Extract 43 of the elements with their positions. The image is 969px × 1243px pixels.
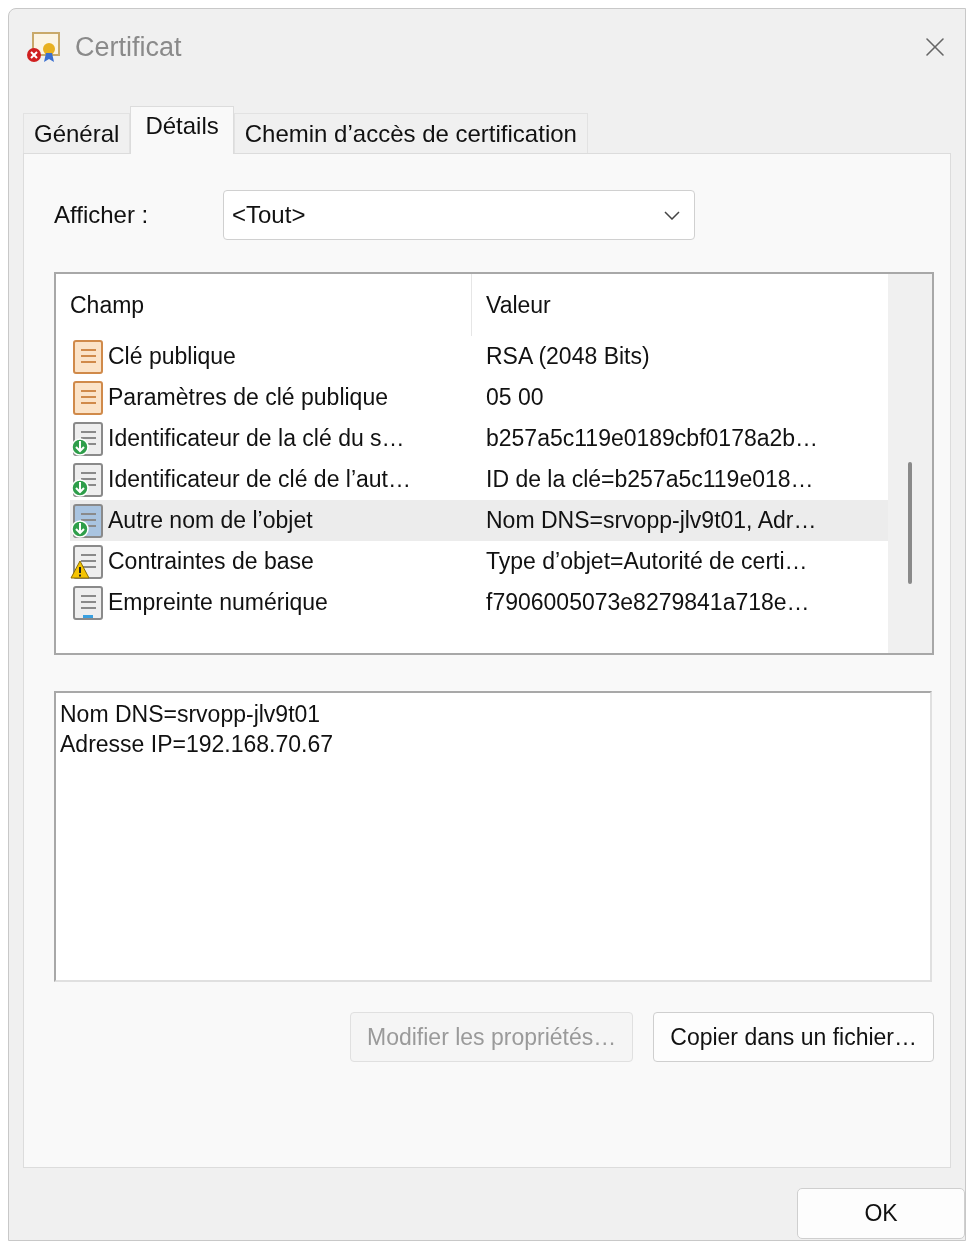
field-row[interactable]: Paramètres de clé publique 05 00	[70, 377, 888, 418]
field-row[interactable]: Clé publique RSA (2048 Bits)	[70, 336, 888, 377]
ok-button[interactable]: OK	[797, 1188, 965, 1239]
field-name: Clé publique	[108, 342, 236, 372]
detail-text-area[interactable]: Nom DNS=srvopp-jlv9t01 Adresse IP=192.168.70.67	[54, 691, 932, 982]
field-name: Autre nom de l’objet	[108, 506, 313, 536]
field-value: 05 00	[485, 383, 544, 413]
column-header[interactable]: Champ	[70, 274, 472, 336]
document-warning-icon	[70, 543, 106, 580]
document-icon	[70, 338, 106, 375]
document-icon	[70, 584, 106, 621]
tab[interactable]: Général	[23, 113, 131, 153]
field-value: b257a5c119e0189cbf0178a2b…	[485, 424, 819, 454]
dialog-button[interactable]: Copier dans un fichier…	[653, 1012, 934, 1062]
certificate-icon	[25, 29, 61, 65]
detail-line: Nom DNS=srvopp-jlv9t01	[60, 700, 322, 729]
show-label: Afficher :	[54, 200, 150, 230]
tab[interactable]: Détails	[130, 106, 234, 154]
detail-line: Adresse IP=192.168.70.67	[60, 730, 334, 759]
document-icon	[70, 379, 106, 416]
field-row[interactable]: Autre nom de l’objet Nom DNS=srvopp-jlv9t01, Adr…	[70, 500, 888, 541]
field-row[interactable]: Identificateur de la clé du s… b257a5c119e0189cbf0178a2b…	[70, 418, 888, 459]
field-row[interactable]: Contraintes de base Type d’objet=Autorité de certi…	[70, 541, 888, 582]
field-row[interactable]: Identificateur de clé de l’aut… ID de la clé=b257a5c119e018…	[70, 459, 888, 500]
field-value: Nom DNS=srvopp-jlv9t01, Adr…	[485, 506, 817, 536]
show-dropdown[interactable]: <Tout>	[223, 190, 695, 240]
chevron-down-icon	[664, 210, 680, 220]
field-row[interactable]: Empreinte numérique f7906005073e8279841a718e…	[70, 582, 888, 623]
field-name: Contraintes de base	[108, 547, 314, 577]
window-title: Certificat	[75, 30, 182, 64]
tab[interactable]: Chemin d’accès de certification	[233, 113, 588, 153]
field-name: Paramètres de clé publique	[108, 383, 388, 413]
field-value: Type d’objet=Autorité de certi…	[485, 547, 808, 577]
field-value: f7906005073e8279841a718e…	[485, 588, 810, 618]
document-download-icon	[70, 502, 106, 539]
document-download-icon	[70, 461, 106, 498]
field-name: Identificateur de la clé du s…	[108, 424, 405, 454]
field-value: ID de la clé=b257a5c119e018…	[485, 465, 814, 495]
document-download-icon	[70, 420, 106, 457]
column-header[interactable]: Valeur	[472, 274, 888, 336]
field-value: RSA (2048 Bits)	[485, 342, 650, 372]
field-name: Empreinte numérique	[108, 588, 328, 618]
field-name: Identificateur de clé de l’aut…	[108, 465, 411, 495]
